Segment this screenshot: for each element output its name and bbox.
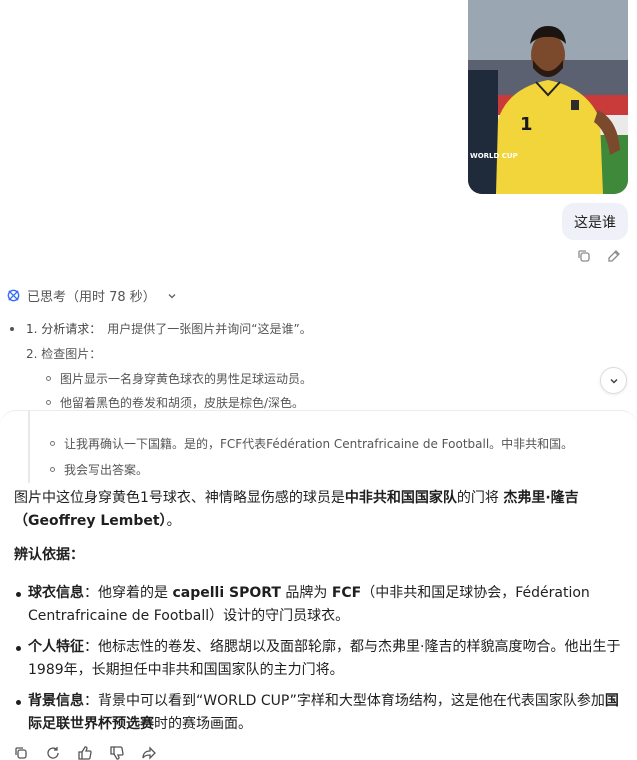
intro-text: 的门将 bbox=[456, 490, 504, 506]
team-name: 中非共和国国家队 bbox=[344, 490, 457, 506]
share-icon[interactable] bbox=[141, 745, 157, 760]
user-uploaded-photo[interactable]: 1 WORLD CUP bbox=[468, 0, 628, 194]
bullet-circle bbox=[50, 441, 55, 446]
thinking-step-1: 1. 分析请求： 用户提供了一张图片并询问“这是谁”。 bbox=[10, 320, 312, 337]
bullet-dot bbox=[10, 326, 14, 331]
user-message-bubble: 这是谁 bbox=[562, 203, 628, 240]
list-item: 背景信息：背景中可以看到“WORLD CUP”字样和大型体育场结构，这是他在代表… bbox=[14, 690, 629, 736]
bullet-title: 背景信息 bbox=[28, 693, 84, 709]
bullet-dot bbox=[16, 700, 21, 705]
bullet-text: ：他穿着的是 bbox=[84, 585, 173, 601]
thinking-logo-icon bbox=[6, 288, 21, 303]
world-cup-banner: WORLD CUP bbox=[470, 152, 518, 160]
list-item: 个人特征：他标志性的卷发、络腮胡以及面部轮廓，都与杰弗里·隆吉的样貌高度吻合。他… bbox=[14, 636, 629, 682]
bullet-circle bbox=[46, 400, 51, 405]
basis-list: 球衣信息：他穿着的是 capelli SPORT 品牌为 FCF（中非共和国足球… bbox=[14, 582, 629, 736]
brand-name: capelli SPORT bbox=[172, 585, 281, 601]
list-item: 球衣信息：他穿着的是 capelli SPORT 品牌为 FCF（中非共和国足球… bbox=[14, 582, 629, 628]
step2-item-text: 他留着黑色的卷发和胡须，皮肤是棕色/深色。 bbox=[60, 396, 305, 410]
copy-icon[interactable] bbox=[13, 745, 29, 760]
scroll-down-button[interactable] bbox=[600, 367, 627, 394]
thumbs-down-icon[interactable] bbox=[109, 745, 125, 760]
step2-item-text: 图片显示一名身穿黄色球衣的男性足球运动员。 bbox=[60, 372, 313, 386]
thinking-tail-item: 让我再确认一下国籍。是的，FCF代表Fédération Centrafrica… bbox=[50, 435, 573, 452]
thinking-content: 1. 分析请求： 用户提供了一张图片并询问“这是谁”。 2. 检查图片： 图片显… bbox=[10, 312, 630, 410]
bullet-text: ：他标志性的卷发、络腮胡以及面部轮廓，都与杰弗里·隆吉的样貌高度吻合。他出生于1… bbox=[28, 639, 621, 678]
answer-intro: 图片中这位身穿黄色1号球衣、神情略显伤感的球员是中非共和国国家队的门将 杰弗里·… bbox=[14, 487, 629, 533]
basis-heading: 辨认依据： bbox=[14, 547, 84, 563]
regenerate-icon[interactable] bbox=[45, 745, 61, 760]
intro-text: 。 bbox=[166, 513, 181, 529]
thinking-header-text: 已思考（用时 78 秒） bbox=[27, 290, 156, 305]
user-message-actions bbox=[576, 248, 622, 264]
chevron-down-icon bbox=[166, 290, 178, 302]
step2-item: 他留着黑色的卷发和胡须，皮肤是棕色/深色。 bbox=[46, 394, 304, 410]
step2-item: 图片显示一名身穿黄色球衣的男性足球运动员。 bbox=[46, 370, 312, 387]
bullet-text: 品牌为 bbox=[280, 585, 332, 601]
chevron-down-icon bbox=[609, 378, 618, 384]
thinking-tail-text: 我会写出答案。 bbox=[64, 463, 149, 477]
copy-icon[interactable] bbox=[576, 248, 592, 264]
edit-icon[interactable] bbox=[606, 248, 622, 264]
thinking-tail: 让我再确认一下国籍。是的，FCF代表Fédération Centrafrica… bbox=[28, 411, 628, 483]
answer-actions bbox=[13, 745, 157, 760]
assistant-answer: 图片中这位身穿黄色1号球衣、神情略显伤感的球员是中非共和国国家队的门将 杰弗里·… bbox=[14, 487, 629, 744]
bullet-dot bbox=[16, 592, 21, 597]
step1-label: 1. 分析请求： bbox=[26, 322, 102, 336]
thumbs-up-icon[interactable] bbox=[77, 745, 93, 760]
jersey-number: 1 bbox=[520, 114, 533, 135]
bullet-dot bbox=[16, 646, 21, 651]
thinking-toggle[interactable]: 已思考（用时 78 秒） bbox=[6, 286, 178, 305]
user-message-text: 这是谁 bbox=[574, 214, 616, 231]
step2-label: 2. 检查图片： bbox=[26, 347, 102, 361]
intro-text: 图片中这位身穿黄色1号球衣、神情略显伤感的球员是 bbox=[14, 490, 345, 506]
bullet-circle bbox=[50, 467, 55, 472]
step1-text: 用户提供了一张图片并询问“这是谁”。 bbox=[107, 322, 312, 336]
thinking-tail-text: 让我再确认一下国籍。是的，FCF代表Fédération Centrafrica… bbox=[64, 437, 574, 451]
bullet-title: 个人特征 bbox=[28, 639, 84, 655]
bullet-title: 球衣信息 bbox=[28, 585, 84, 601]
bullet-circle bbox=[46, 376, 51, 381]
bullet-text: ：背景中可以看到“WORLD CUP”字样和大型体育场结构，这是他在代表国家队参… bbox=[84, 693, 605, 709]
bullet-text: 时的赛场画面。 bbox=[154, 716, 252, 732]
federation-abbr: FCF bbox=[331, 585, 362, 601]
thinking-tail-item: 我会写出答案。 bbox=[50, 461, 148, 478]
